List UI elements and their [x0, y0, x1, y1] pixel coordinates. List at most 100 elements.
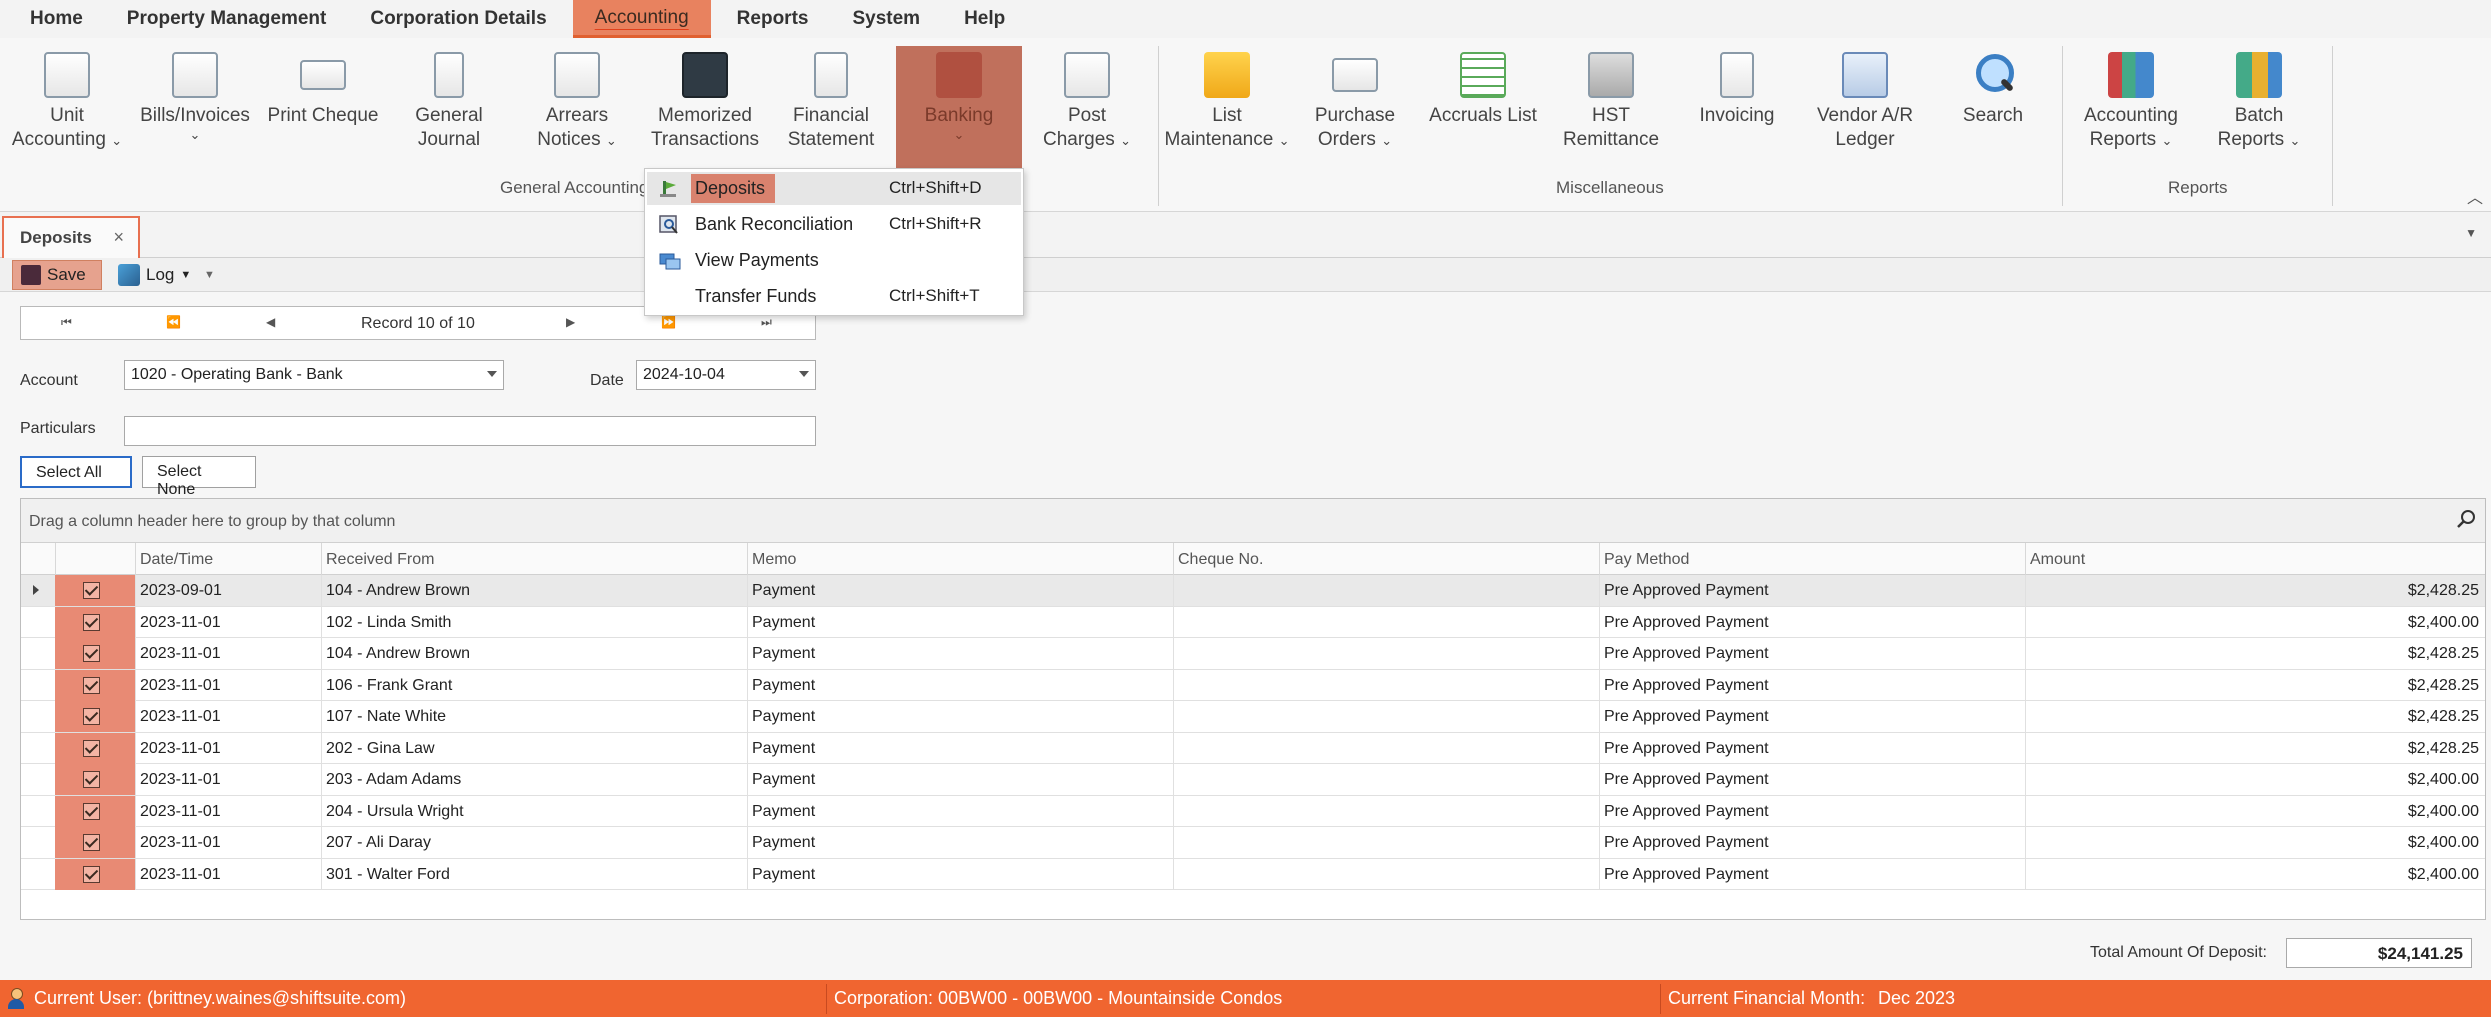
batch-reports-button[interactable]: Batch Reports ⌄ [2196, 46, 2322, 166]
accruals-list-button[interactable]: Accruals List [1420, 46, 1546, 166]
hst-remittance-button[interactable]: HST Remittance [1548, 46, 1674, 166]
prev-record-icon[interactable]: ◀ [266, 315, 275, 329]
table-row[interactable]: 2023-09-01 104 - Andrew Brown Payment Pre A… [21, 575, 2485, 607]
row-checkbox[interactable] [83, 865, 100, 883]
menu-reports[interactable]: Reports [715, 0, 831, 38]
select-none-button[interactable]: Select None [142, 456, 256, 498]
row-checkbox[interactable] [83, 834, 100, 851]
next-page-icon[interactable]: ⏩ [661, 315, 676, 329]
tab-deposits[interactable]: Deposits × [2, 216, 140, 258]
table-row[interactable]: 2023-11-01 102 - Linda Smith Payment Pre Ap… [21, 606, 2485, 638]
post-charges-button[interactable]: Post Charges ⌄ [1024, 46, 1150, 166]
row-checkbox[interactable] [83, 676, 100, 694]
search-icon [1970, 52, 2016, 98]
table-row[interactable]: 2023-11-01 104 - Andrew Brown Payment Pre A… [21, 638, 2485, 670]
row-checkbox[interactable] [83, 739, 100, 757]
account-select[interactable]: 1020 - Operating Bank - Bank [124, 360, 504, 390]
table-row[interactable]: 2023-11-01 203 - Adam Adams Payment Pre App… [21, 764, 2485, 796]
prev-page-icon[interactable]: ⏪ [166, 315, 181, 329]
document-tab-row: Deposits × ▼ [0, 214, 2491, 258]
cell-pay-method: Pre Approved Payment [1599, 858, 2025, 890]
toolbar-overflow-icon[interactable]: ▼ [196, 260, 223, 290]
column-header-cheque-no[interactable]: Cheque No. [1173, 543, 1599, 575]
table-row[interactable]: 2023-11-01 204 - Ursula Wright Payment Pre … [21, 795, 2485, 827]
column-header-memo[interactable]: Memo [747, 543, 1173, 575]
financial-statement-button[interactable]: Financial Statement [768, 46, 894, 166]
general-journal-button[interactable]: General Journal [386, 46, 512, 166]
account-value: 1020 - Operating Bank - Bank [131, 366, 343, 383]
column-header-amount[interactable]: Amount [2025, 543, 2485, 575]
menu-item-bank-reconciliation[interactable]: Bank Reconciliation Ctrl+Shift+R [647, 208, 1021, 241]
row-checkbox[interactable] [83, 582, 100, 599]
row-checkbox[interactable] [83, 802, 100, 820]
row-checkbox[interactable] [83, 613, 100, 631]
select-column-header[interactable] [55, 543, 135, 575]
column-header-date[interactable]: Date/Time [135, 543, 321, 575]
search-button[interactable]: Search [1930, 46, 2056, 166]
bills-invoices-button[interactable]: Bills/Invoices ⌄ [132, 46, 258, 166]
particulars-input[interactable] [124, 416, 816, 446]
row-checkbox[interactable] [83, 645, 100, 662]
next-record-icon[interactable]: ▶ [566, 315, 575, 329]
arrears-notices-button[interactable]: Arrears Notices ⌄ [514, 46, 640, 166]
menu-property-management[interactable]: Property Management [105, 0, 349, 38]
purchase-orders-button[interactable]: Purchase Orders ⌄ [1292, 46, 1418, 166]
bills-invoices-icon [172, 52, 218, 98]
tab-list-dropdown-icon[interactable]: ▼ [2465, 226, 2477, 240]
close-icon[interactable]: × [113, 227, 124, 248]
ribbon-separator [1158, 46, 1159, 206]
invoicing-button[interactable]: Invoicing [1674, 46, 1800, 166]
table-row[interactable]: 2023-11-01 207 - Ali Daray Payment Pre Appr… [21, 827, 2485, 859]
banking-dropdown-menu: Deposits Ctrl+Shift+D Bank Reconciliatio… [644, 168, 1024, 316]
cell-date: 2023-11-01 [135, 795, 321, 827]
select-all-button[interactable]: Select All [20, 456, 132, 488]
cell-amount: $2,400.00 [2025, 606, 2485, 638]
row-checkbox[interactable] [83, 708, 100, 725]
toolbar: Save Log ▼ ▼ [0, 258, 2491, 292]
cell-memo: Payment [747, 669, 1173, 701]
cell-pay-method: Pre Approved Payment [1599, 764, 2025, 795]
log-button[interactable]: Log ▼ [110, 260, 199, 290]
table-row[interactable]: 2023-11-01 301 - Walter Ford Payment Pre Ap… [21, 858, 2485, 890]
menu-help[interactable]: Help [942, 0, 1027, 38]
table-row[interactable]: 2023-11-01 202 - Gina Law Payment Pre Appro… [21, 732, 2485, 764]
row-checkbox[interactable] [83, 771, 100, 788]
menu-corporation-details[interactable]: Corporation Details [348, 0, 568, 38]
collapse-ribbon-icon[interactable]: ︿ [2467, 184, 2483, 208]
menu-system[interactable]: System [830, 0, 942, 38]
last-record-icon[interactable]: ⏭ [761, 315, 772, 330]
table-row[interactable]: 2023-11-01 106 - Frank Grant Payment Pre Ap… [21, 669, 2485, 701]
print-cheque-button[interactable]: Print Cheque [260, 46, 386, 166]
chevron-down-icon: ⌄ [2289, 133, 2301, 148]
status-bar: Current User: (brittney.waines@shiftsuit… [0, 980, 2491, 1017]
column-header-pay-method[interactable]: Pay Method [1599, 543, 2025, 575]
chevron-down-icon: ▼ [180, 269, 192, 281]
column-header-received-from[interactable]: Received From [321, 543, 747, 575]
search-icon[interactable] [2457, 509, 2477, 529]
banking-button[interactable]: Banking ⌄ [896, 46, 1022, 174]
menu-accounting[interactable]: Accounting [572, 0, 711, 38]
menu-item-view-payments[interactable]: View Payments [647, 244, 1021, 277]
list-maintenance-button[interactable]: List Maintenance ⌄ [1164, 46, 1290, 166]
memorized-transactions-button[interactable]: Memorized Transactions [642, 46, 768, 166]
button-label: Batch [2234, 105, 2284, 126]
cell-cheque-no [1173, 732, 1599, 764]
menu-home[interactable]: Home [8, 0, 105, 38]
date-value: 2024-10-04 [643, 366, 725, 383]
cell-amount: $2,428.25 [2025, 638, 2485, 669]
vendor-ar-ledger-button[interactable]: Vendor A/R Ledger [1802, 46, 1928, 166]
unit-accounting-button[interactable]: Unit Accounting ⌄ [4, 46, 130, 166]
first-record-icon[interactable]: ⏮ [61, 315, 72, 330]
menu-item-transfer-funds[interactable]: Transfer Funds Ctrl+Shift+T [647, 280, 1021, 313]
cell-amount: $2,400.00 [2025, 858, 2485, 890]
purchase-order-icon [1332, 58, 1378, 92]
ribbon-separator [2062, 46, 2063, 206]
save-button[interactable]: Save [12, 260, 102, 290]
date-picker[interactable]: 2024-10-04 [636, 360, 816, 390]
menu-item-deposits[interactable]: Deposits Ctrl+Shift+D [647, 172, 1021, 205]
table-row[interactable]: 2023-11-01 107 - Nate White Payment Pre App… [21, 701, 2485, 733]
accounting-reports-button[interactable]: Accounting Reports ⌄ [2068, 46, 2194, 166]
ribbon-group-general-accounting: General Accounting [500, 178, 649, 197]
cell-pay-method: Pre Approved Payment [1599, 669, 2025, 701]
button-label: Reports [2217, 129, 2285, 150]
